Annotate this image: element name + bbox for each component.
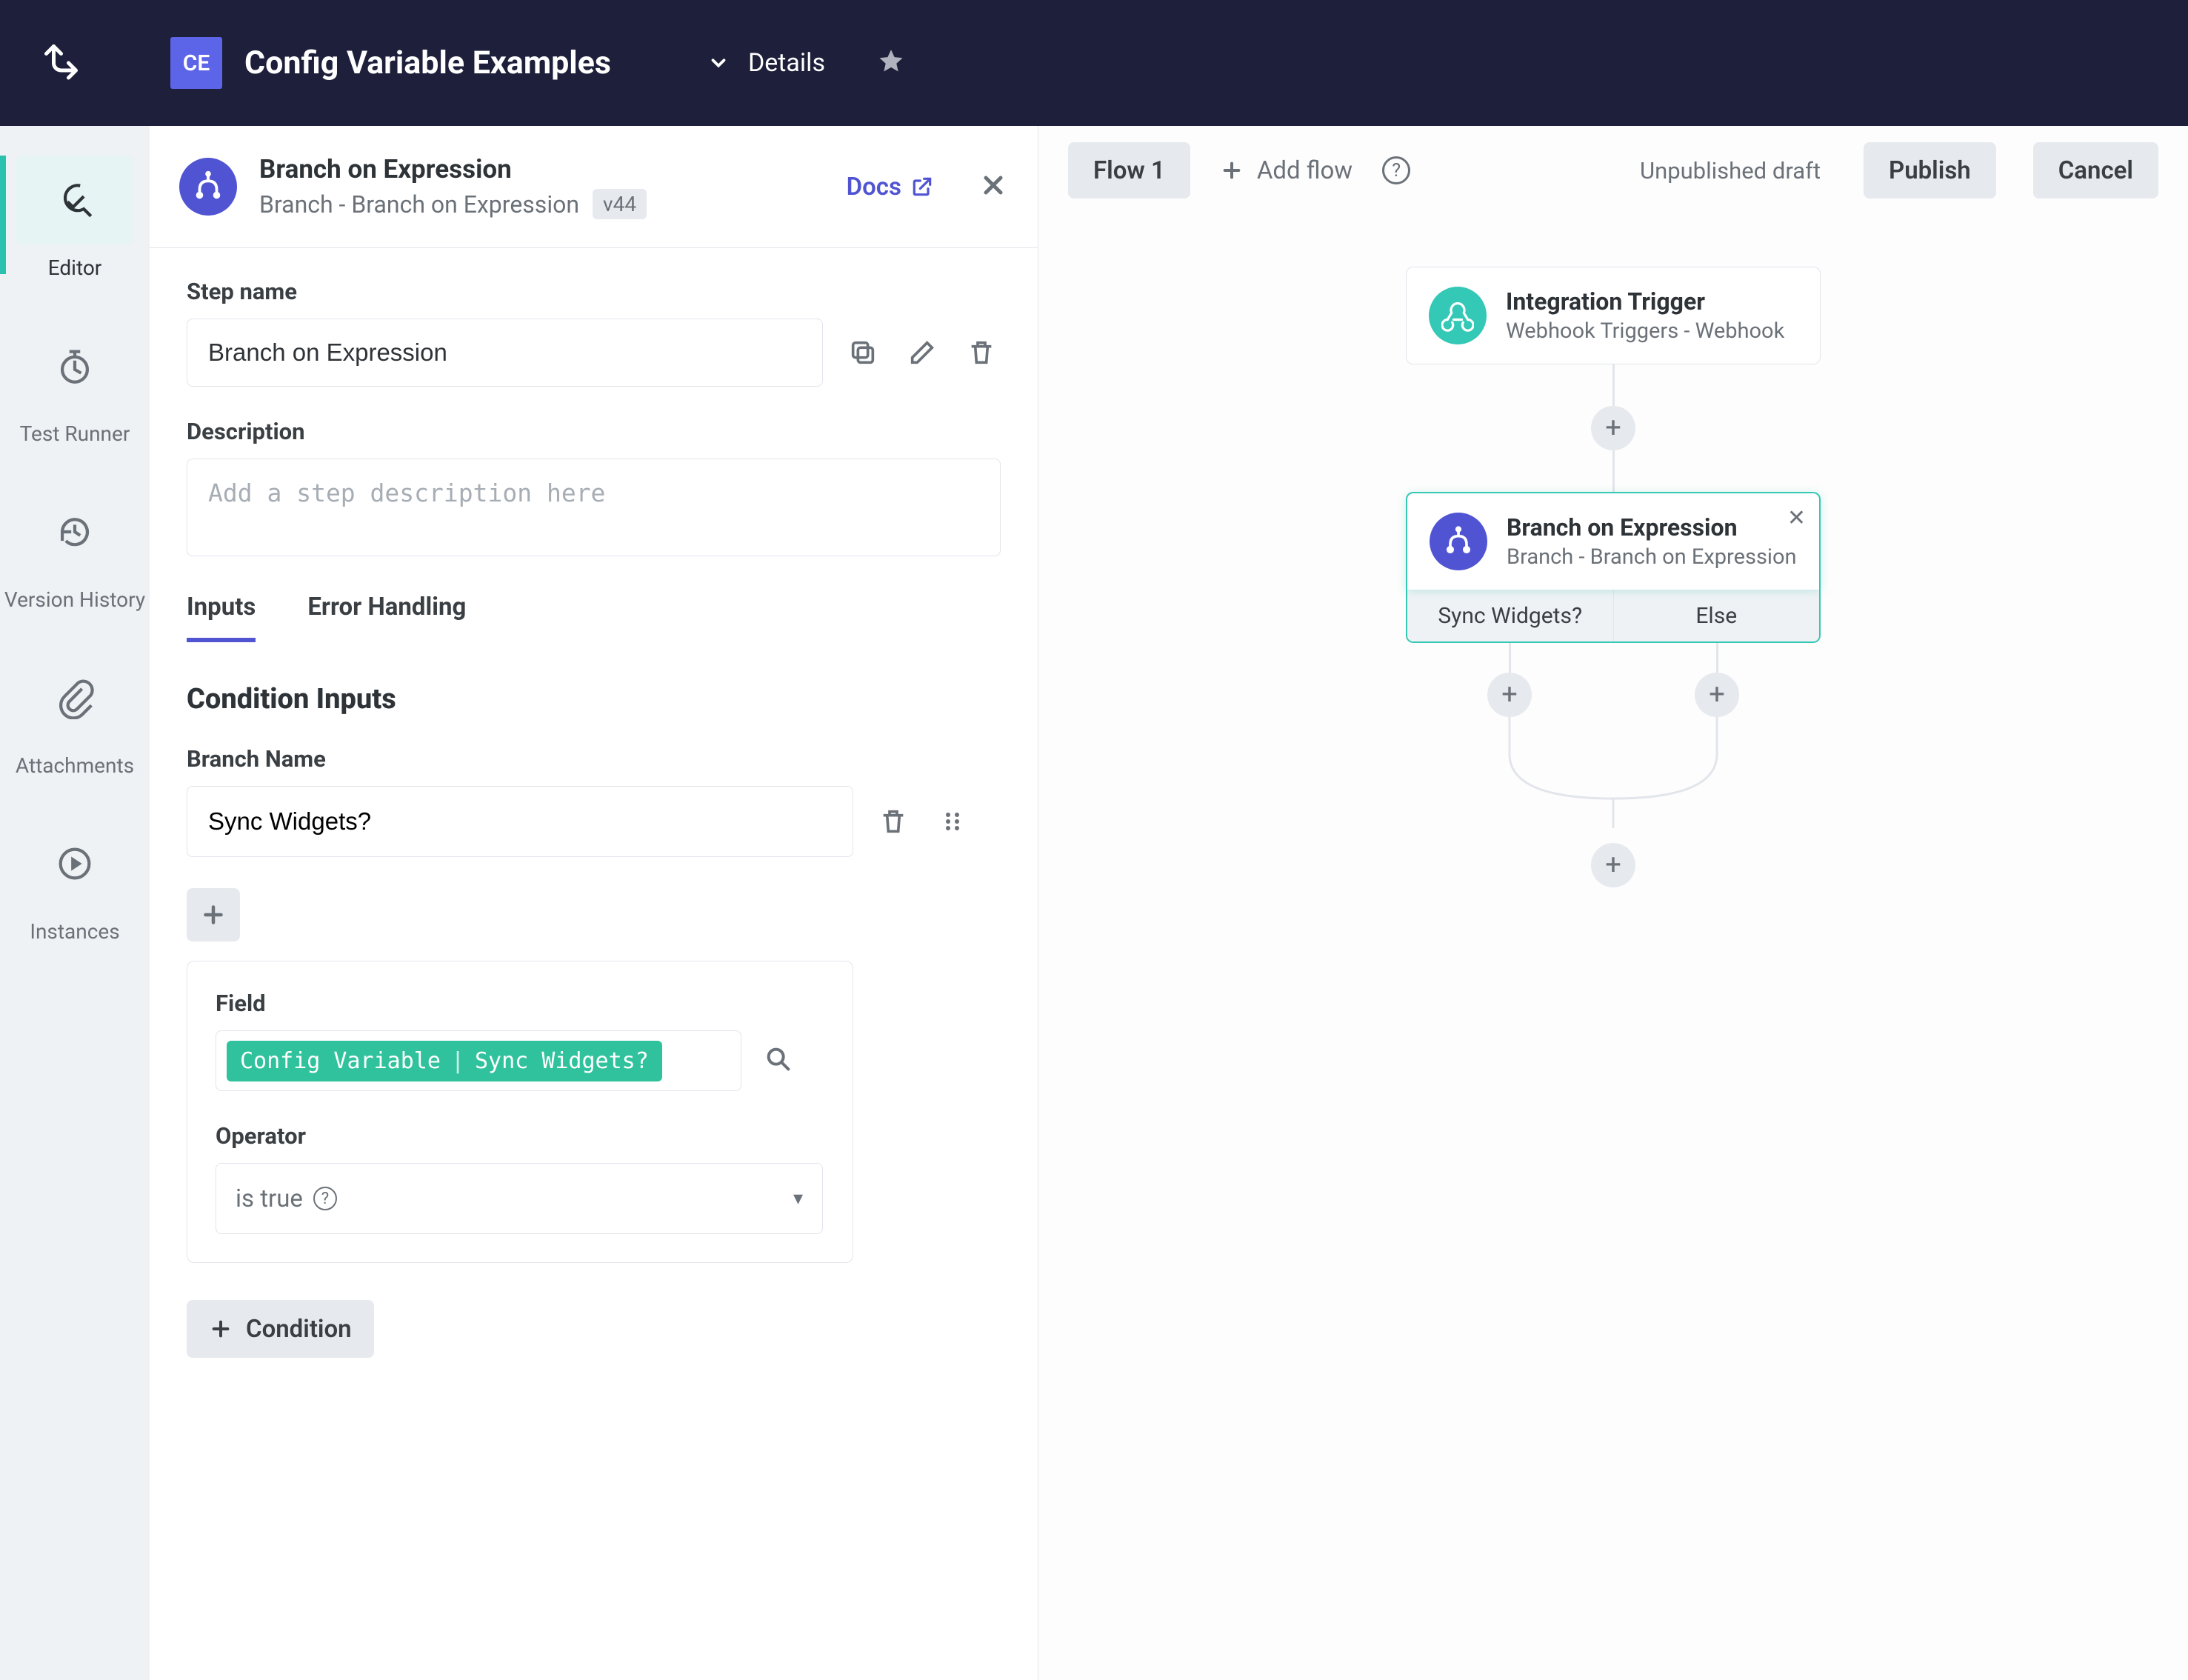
branch-node-subtitle: Branch - Branch on Expression xyxy=(1507,544,1797,570)
field-label: Field xyxy=(216,990,824,1017)
branch-node[interactable]: Branch on Expression Branch - Branch on … xyxy=(1406,492,1821,590)
add-step-right-button[interactable]: + xyxy=(1695,673,1739,717)
details-dropdown[interactable]: Details xyxy=(707,48,825,78)
trash-icon xyxy=(878,807,908,836)
chevron-down-icon xyxy=(707,52,730,74)
add-step-button[interactable]: + xyxy=(1591,406,1635,450)
step-title: Branch on Expression xyxy=(259,154,847,184)
sidebar-item-editor[interactable]: Editor xyxy=(0,156,150,281)
docs-link[interactable]: Docs xyxy=(847,173,934,201)
add-step-join-button[interactable]: + xyxy=(1591,843,1635,887)
edit-button[interactable] xyxy=(903,333,941,372)
node-close-button[interactable]: ✕ xyxy=(1787,505,1806,531)
edit-icon xyxy=(907,338,937,367)
close-panel-button[interactable] xyxy=(978,170,1008,203)
add-step-left-button[interactable]: + xyxy=(1487,673,1532,717)
add-condition-button[interactable]: Condition xyxy=(187,1300,374,1358)
draft-status: Unpublished draft xyxy=(1640,157,1821,184)
trash-icon xyxy=(967,338,996,367)
app-header: CE Config Variable Examples Details xyxy=(0,0,2188,126)
webhook-icon xyxy=(1429,287,1487,344)
search-icon xyxy=(764,1044,793,1074)
flow-help-icon[interactable]: ? xyxy=(1382,156,1410,184)
config-variable-chip: Config Variable|Sync Widgets? xyxy=(227,1041,662,1081)
flow-tab[interactable]: Flow 1 xyxy=(1068,142,1190,199)
tab-inputs[interactable]: Inputs xyxy=(187,593,256,642)
description-input[interactable] xyxy=(187,459,1001,556)
branch-icon xyxy=(179,158,237,216)
branch-name-label: Branch Name xyxy=(187,745,1001,773)
add-flow-button[interactable]: Add flow xyxy=(1220,156,1353,185)
flow-graph: Integration Trigger Webhook Triggers - W… xyxy=(1391,267,1835,887)
description-label: Description xyxy=(187,418,1001,445)
trigger-subtitle: Webhook Triggers - Webhook xyxy=(1506,319,1784,344)
branch-delete-button[interactable] xyxy=(874,802,913,841)
sidebar-label-editor: Editor xyxy=(48,255,102,281)
details-label: Details xyxy=(748,48,825,78)
branch-node-title: Branch on Expression xyxy=(1507,513,1797,541)
sidebar: Editor Test Runner Version History Attac… xyxy=(0,126,150,1680)
branch-icon xyxy=(1430,513,1487,570)
sidebar-label-attachments: Attachments xyxy=(16,753,134,779)
condition-card: Field Config Variable|Sync Widgets? Oper… xyxy=(187,961,853,1263)
sidebar-item-attachments[interactable]: Attachments xyxy=(0,653,150,779)
branch-tab-else[interactable]: Else xyxy=(1613,590,1820,641)
sidebar-item-instances[interactable]: Instances xyxy=(0,819,150,944)
canvas-toolbar: Flow 1 Add flow ? Unpublished draft Publ… xyxy=(1038,126,2188,215)
branch-name-input[interactable] xyxy=(187,786,853,857)
trigger-title: Integration Trigger xyxy=(1506,287,1784,316)
step-subtitle: Branch - Branch on Expression xyxy=(259,190,579,219)
operator-select[interactable]: is true ? ▾ xyxy=(216,1163,823,1234)
help-icon[interactable]: ? xyxy=(313,1187,337,1210)
trigger-node[interactable]: Integration Trigger Webhook Triggers - W… xyxy=(1406,267,1821,364)
step-name-input[interactable] xyxy=(187,319,823,387)
cancel-button[interactable]: Cancel xyxy=(2033,142,2158,199)
step-name-label: Step name xyxy=(187,278,1001,305)
copy-icon xyxy=(848,338,878,367)
add-branch-button[interactable] xyxy=(187,888,240,941)
page-title: Config Variable Examples xyxy=(244,44,611,81)
publish-button[interactable]: Publish xyxy=(1864,142,1996,199)
field-search-button[interactable] xyxy=(764,1044,793,1077)
step-version-chip: v44 xyxy=(593,189,647,219)
plus-icon xyxy=(209,1317,233,1341)
flow-canvas[interactable]: Flow 1 Add flow ? Unpublished draft Publ… xyxy=(1038,126,2188,1680)
step-config-panel: Branch on Expression Branch - Branch on … xyxy=(150,126,1038,1680)
tab-error-handling[interactable]: Error Handling xyxy=(307,593,466,642)
close-icon xyxy=(978,170,1008,200)
sidebar-label-version-history: Version History xyxy=(4,587,145,613)
plus-icon xyxy=(200,901,227,928)
sidebar-label-instances: Instances xyxy=(30,919,119,944)
favorite-star-icon[interactable] xyxy=(877,47,905,79)
app-logo-icon xyxy=(37,37,89,89)
operator-label: Operator xyxy=(216,1122,824,1150)
branch-tab-sync-widgets[interactable]: Sync Widgets? xyxy=(1407,590,1613,641)
copy-button[interactable] xyxy=(844,333,882,372)
plus-icon xyxy=(1220,159,1244,182)
delete-button[interactable] xyxy=(962,333,1001,372)
chevron-down-icon: ▾ xyxy=(793,1187,803,1210)
flow-connector xyxy=(1406,717,1821,843)
app-badge: CE xyxy=(170,37,222,89)
condition-inputs-heading: Condition Inputs xyxy=(187,683,1001,716)
external-link-icon xyxy=(910,175,934,199)
drag-icon xyxy=(939,808,966,835)
sidebar-item-test-runner[interactable]: Test Runner xyxy=(0,321,150,447)
sidebar-label-test-runner: Test Runner xyxy=(20,421,130,447)
sidebar-item-version-history[interactable]: Version History xyxy=(0,487,150,613)
field-input[interactable]: Config Variable|Sync Widgets? xyxy=(216,1030,741,1091)
drag-handle[interactable] xyxy=(933,802,972,841)
